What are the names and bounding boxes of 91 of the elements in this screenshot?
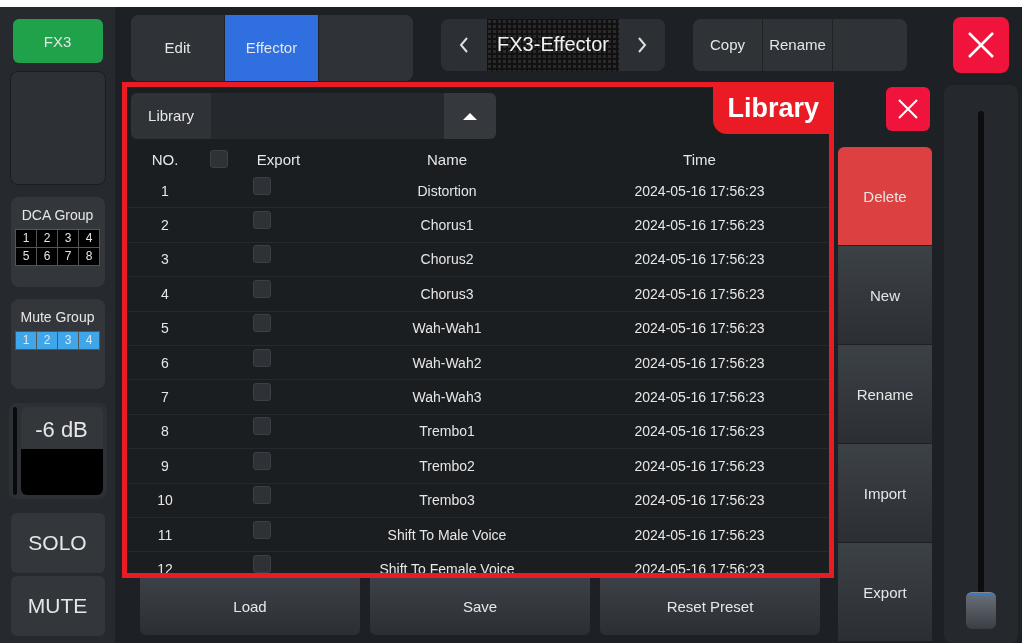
table-cell-text: 2024-05-16 17:56:23: [633, 285, 766, 302]
table-cell-text: Wah-Wah3: [411, 389, 483, 406]
table-cell-text: 2024-05-16 17:56:23: [633, 217, 766, 234]
group-cell: 1: [16, 230, 36, 247]
table-cell-text: Trembo1: [418, 423, 476, 440]
table-cell-text: Shift To Male Voice: [386, 526, 508, 543]
table-cell-text: Wah-Wah1: [411, 320, 483, 337]
preset-action-button[interactable]: Copy: [693, 18, 763, 71]
dca-group-panel[interactable]: DCA Group 1 2 3 4 5 6 7 8: [10, 197, 105, 287]
preset-title: FX3-Effector: [487, 18, 619, 71]
table-cell-text: 4: [160, 285, 170, 302]
table-cell-text: 9: [160, 457, 170, 474]
table-cell-text: 12: [156, 561, 174, 573]
table-cell-text: 6: [160, 354, 170, 371]
group-cell: 8: [79, 248, 99, 265]
table-cell-text: 2024-05-16 17:56:23: [633, 457, 766, 474]
export-checkbox[interactable]: [253, 211, 271, 230]
group-cell: 1: [16, 332, 36, 349]
export-checkbox[interactable]: [253, 279, 271, 298]
gain-reading: -6 dB: [34, 416, 89, 444]
library-action-button[interactable]: Load: [140, 578, 360, 635]
close-icon: [966, 29, 996, 60]
chevron-left-icon: [459, 36, 469, 53]
table-cell-text: 2024-05-16 17:56:23: [633, 526, 766, 543]
table-cell-text: Chorus3: [419, 285, 475, 302]
group-title: DCA Group: [21, 207, 94, 223]
table-cell-text: 2024-05-16 17:56:23: [633, 423, 766, 440]
caret-up-icon: [463, 111, 477, 120]
group-cell: 4: [79, 230, 99, 247]
table-cell-text: Distortion: [416, 182, 478, 199]
table-cell-text: Wah-Wah2: [411, 354, 483, 371]
group-cell: 6: [37, 248, 57, 265]
table-cell-text: 5: [160, 320, 170, 337]
column-header: Name: [426, 150, 468, 168]
side-action-button[interactable]: Export: [838, 543, 932, 641]
export-checkbox[interactable]: [253, 383, 271, 402]
export-checkbox[interactable]: [253, 451, 271, 470]
export-checkbox[interactable]: [253, 555, 271, 573]
select-all-checkbox[interactable]: [210, 150, 228, 168]
table-cell-text: 2024-05-16 17:56:23: [633, 389, 766, 406]
export-checkbox[interactable]: [253, 176, 271, 195]
column-header: NO.: [150, 150, 180, 168]
chevron-right-icon: [637, 36, 647, 53]
table-cell-text: Trembo2: [418, 457, 476, 474]
tab[interactable]: Effector: [225, 14, 319, 81]
side-action-button[interactable]: Rename: [838, 345, 932, 443]
table-cell-text: Trembo3: [418, 492, 476, 509]
group-cell: 2: [37, 332, 57, 349]
table-cell-text: Chorus1: [419, 217, 475, 234]
group-cell: 5: [16, 248, 36, 265]
group-cell: 7: [58, 248, 78, 265]
close-button[interactable]: [953, 16, 1009, 73]
group-title: Mute Group: [20, 309, 95, 325]
table-cell-text: 2024-05-16 17:56:23: [633, 354, 766, 371]
library-action-button[interactable]: Save: [370, 578, 590, 635]
table-cell-text: 7: [160, 389, 170, 406]
export-checkbox[interactable]: [253, 520, 271, 539]
table-cell-text: 2024-05-16 17:56:23: [633, 182, 766, 199]
export-checkbox[interactable]: [253, 417, 271, 436]
table-cell-text: 2: [160, 217, 170, 234]
library-dropdown[interactable]: Library: [131, 92, 496, 139]
library-action-button[interactable]: Reset Preset: [600, 578, 820, 635]
group-cell: 4: [79, 332, 99, 349]
side-action-button[interactable]: Delete: [838, 147, 932, 245]
tab[interactable]: Edit: [131, 14, 225, 81]
table-cell-text: 11: [156, 526, 174, 543]
export-checkbox[interactable]: [253, 245, 271, 264]
group-cell: 3: [58, 332, 78, 349]
side-action-button[interactable]: New: [838, 246, 932, 344]
export-checkbox[interactable]: [253, 314, 271, 333]
column-header: Time: [682, 150, 717, 168]
library-title: Library: [713, 87, 829, 134]
table-cell-text: 8: [160, 423, 170, 440]
table-cell-text: 2024-05-16 17:56:23: [633, 251, 766, 268]
table-cell-text: 3: [160, 251, 170, 268]
export-checkbox[interactable]: [253, 486, 271, 505]
mute-button[interactable]: MUTE: [10, 576, 105, 636]
table-cell-text: 2024-05-16 17:56:23: [633, 492, 766, 509]
side-action-button[interactable]: Import: [838, 444, 932, 542]
group-cell: 2: [37, 230, 57, 247]
fader-thumb[interactable]: [966, 592, 996, 629]
close-icon: [897, 98, 919, 120]
export-checkbox[interactable]: [253, 348, 271, 367]
solo-button[interactable]: SOLO: [10, 513, 105, 573]
table-cell-text: 2024-05-16 17:56:23: [633, 320, 766, 337]
group-cell: 3: [58, 230, 78, 247]
table-cell-text: 10: [156, 492, 174, 509]
table-cell-text: 1: [160, 182, 170, 199]
table-cell-text: Chorus2: [419, 251, 475, 268]
column-header: Export: [255, 150, 302, 168]
mute-group-panel[interactable]: Mute Group 1 2 3 4: [10, 299, 105, 389]
